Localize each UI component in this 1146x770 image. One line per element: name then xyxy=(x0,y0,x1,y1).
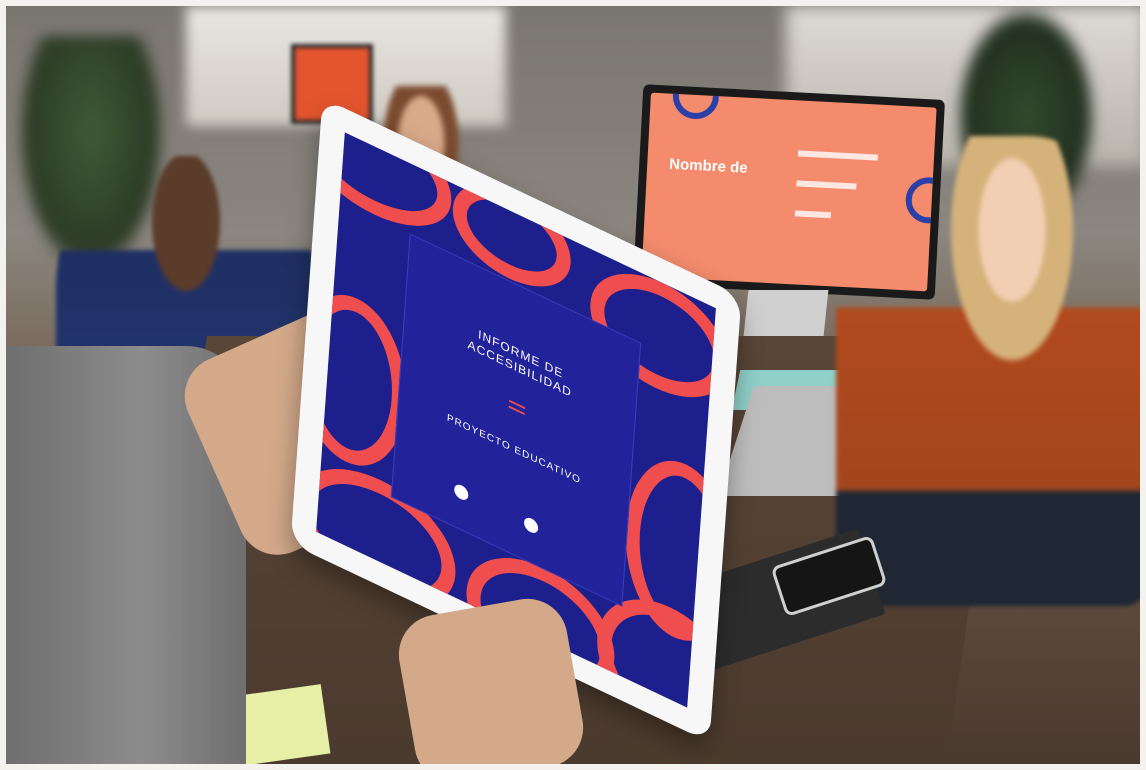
institution-logo-icon xyxy=(453,482,469,503)
monitor-text-line xyxy=(794,210,831,219)
scribble-shape xyxy=(316,132,455,250)
photo-scene: Nombre de INFORME DE ACCESIBILIDAD PROYE… xyxy=(6,6,1140,764)
brand-logo-icon xyxy=(523,515,539,536)
monitor-title: Nombre de xyxy=(668,155,748,177)
person-woman-smiling xyxy=(836,136,1140,606)
monitor-text-line xyxy=(797,150,879,161)
sticky-note xyxy=(231,684,331,764)
monitor-stand xyxy=(743,290,829,336)
decor-ring xyxy=(671,92,721,121)
right-hand xyxy=(392,592,590,764)
monitor-text-line xyxy=(796,180,857,190)
